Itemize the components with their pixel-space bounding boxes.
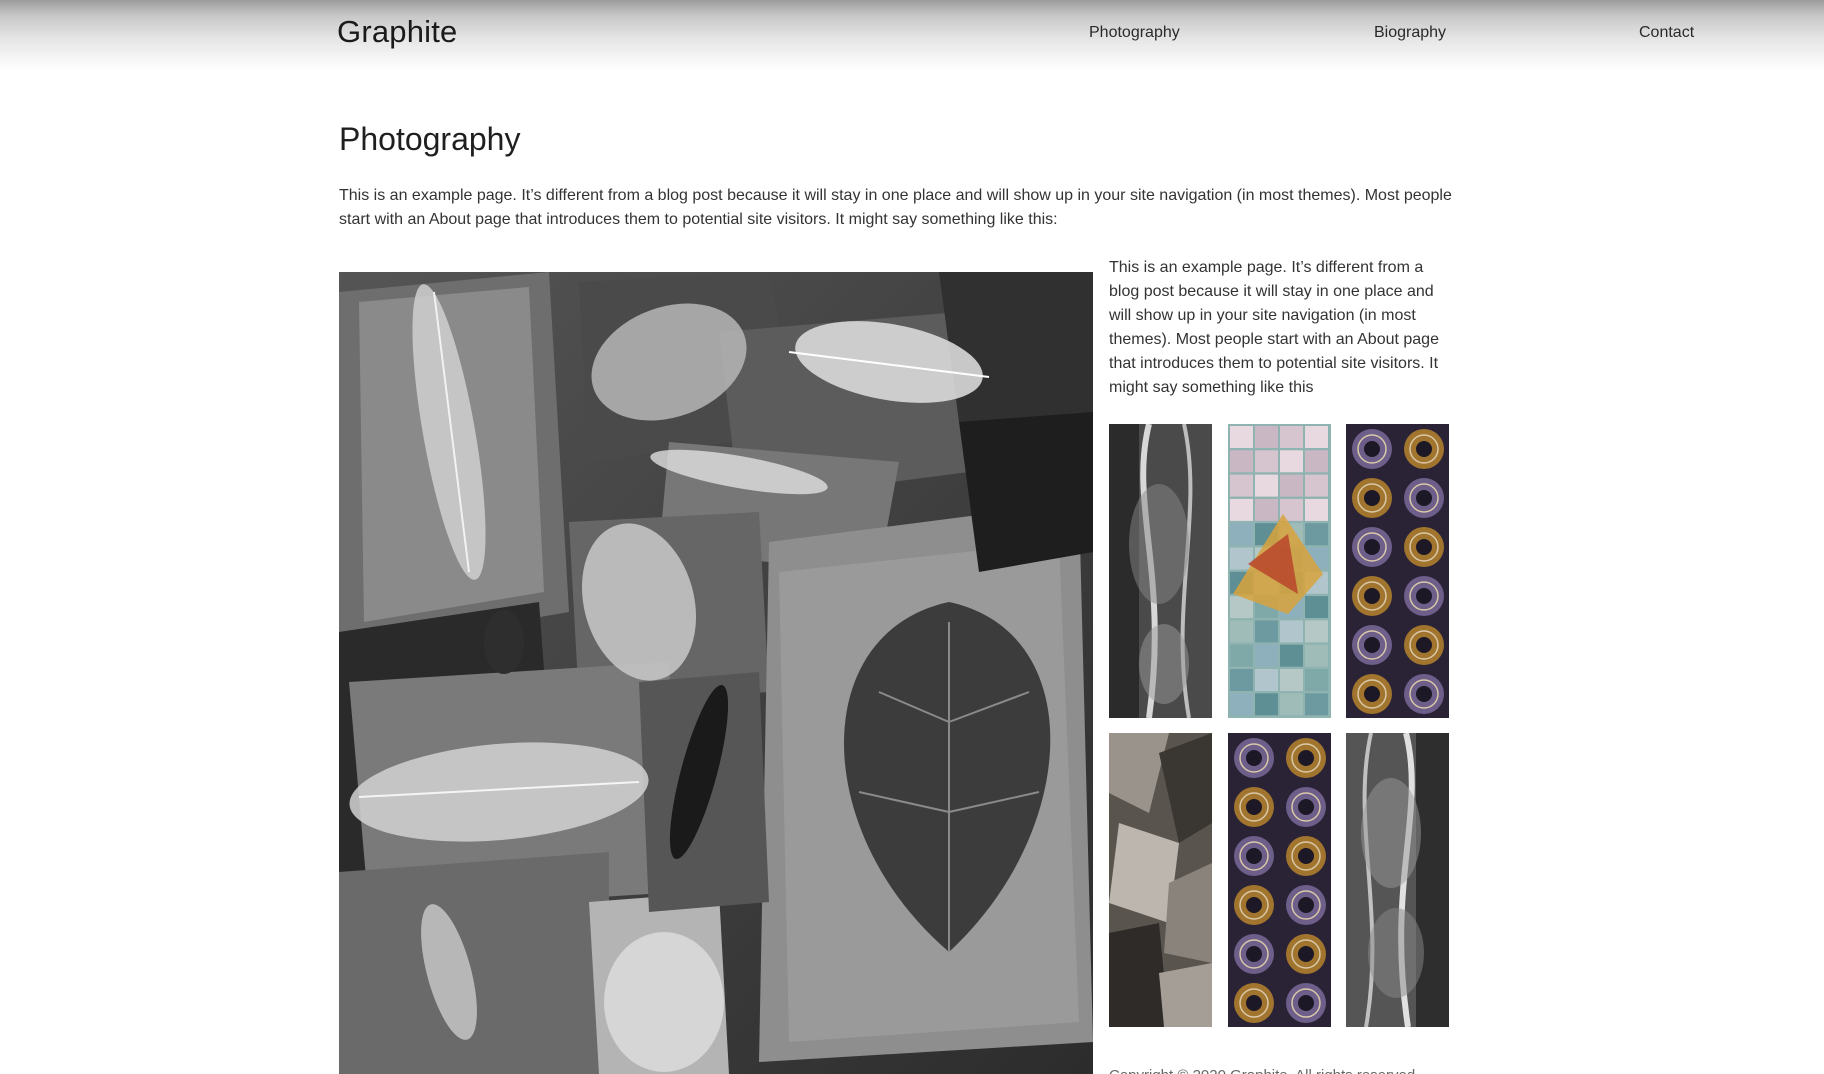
gallery-thumbnail[interactable] — [1346, 733, 1449, 1027]
nav-photography-link[interactable]: Photography — [1089, 24, 1180, 42]
gray-abstract-thumbnail-art — [1109, 424, 1212, 718]
nav-contact-link[interactable]: Contact — [1639, 24, 1694, 42]
ornate-pattern-thumbnail-art — [1228, 733, 1331, 1027]
gallery-thumbnail[interactable] — [1109, 424, 1212, 718]
ornate-pattern-thumbnail-art — [1346, 424, 1449, 718]
nav-biography-link[interactable]: Biography — [1374, 24, 1446, 42]
gallery-thumbnail[interactable] — [1228, 733, 1331, 1027]
page-title: Photography — [339, 121, 521, 157]
gallery-thumbnail[interactable] — [1109, 733, 1212, 1027]
gallery-thumbnail[interactable] — [1228, 424, 1331, 718]
colorful-grid-thumbnail-art — [1228, 424, 1331, 718]
leaf-collage-photo[interactable] — [339, 272, 1093, 1074]
side-paragraph: This is an example page. It’s different … — [1109, 259, 1439, 396]
copyright-text: Copyright © 2020 Graphite. All rights re… — [1109, 1066, 1469, 1074]
site-header: Graphite Photography Biography Contact — [0, 0, 1824, 72]
leaf-collage-artwork — [339, 272, 1093, 1074]
site-title-link[interactable]: Graphite — [337, 14, 458, 50]
fragments-thumbnail-art — [1109, 733, 1212, 1027]
intro-paragraph: This is an example page. It’s different … — [339, 187, 1452, 228]
gallery-thumbnail[interactable] — [1346, 424, 1449, 718]
gray-abstract-thumbnail-art — [1346, 733, 1449, 1027]
